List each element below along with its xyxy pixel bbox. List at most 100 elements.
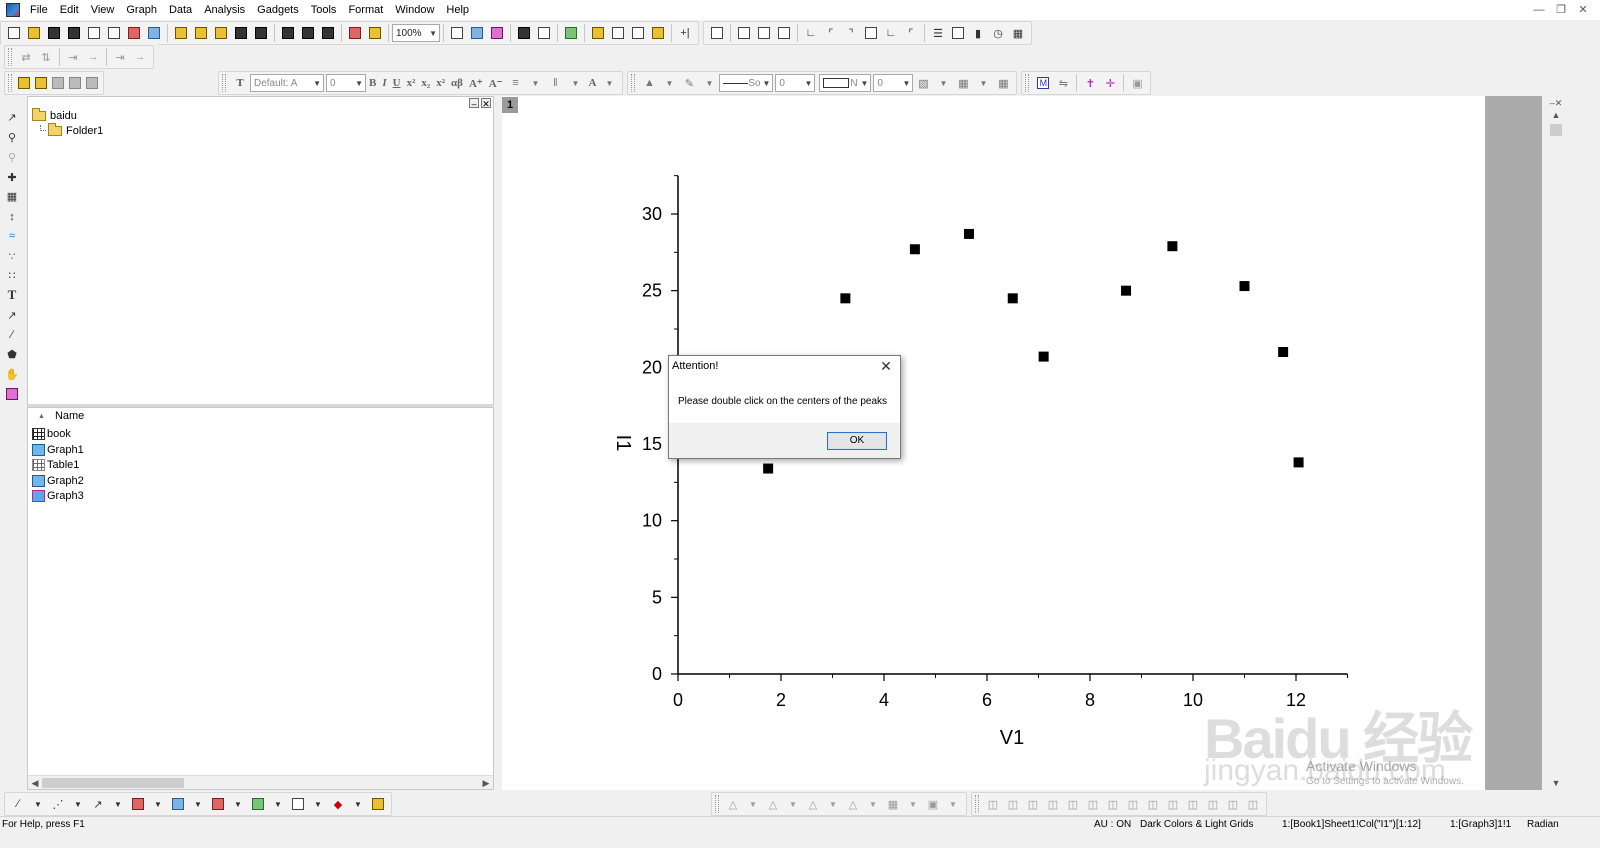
stock-plot-icon[interactable]: ◆ (329, 795, 347, 813)
close-icon[interactable]: ✕ (1572, 0, 1594, 20)
supersubscript-icon[interactable]: x² (433, 77, 448, 89)
mask-icon[interactable] (50, 74, 65, 92)
chevron-down-icon[interactable]: ▼ (69, 795, 87, 813)
ungroup-icon[interactable]: ◫ (1204, 795, 1222, 813)
scatter-select-icon[interactable]: ∷ (3, 267, 21, 285)
menu-tools[interactable]: Tools (305, 0, 343, 20)
scroll-thumb[interactable] (42, 778, 184, 788)
scroll-left-icon[interactable]: ◀ (28, 776, 42, 790)
open-icon[interactable] (172, 24, 190, 42)
menu-graph[interactable]: Graph (120, 0, 163, 20)
vertical-scrollbar[interactable]: –✕ ▲ ▼ (1547, 96, 1565, 790)
smart-hint-icon[interactable] (649, 24, 667, 42)
sort-ascending-icon[interactable]: ▲ (38, 413, 45, 420)
subscript-icon[interactable]: x₂ (418, 77, 433, 89)
chevron-down-icon[interactable]: ▼ (349, 795, 367, 813)
same-height-icon[interactable]: ◫ (1124, 795, 1142, 813)
axis-box-icon[interactable] (862, 24, 880, 42)
layer-4-icon[interactable] (775, 24, 793, 42)
new-workbook-icon[interactable] (45, 24, 63, 42)
chevron-down-icon[interactable]: ▼ (229, 795, 247, 813)
group-icon[interactable]: ◫ (1184, 795, 1202, 813)
horizontal-scrollbar[interactable]: ◀ ▶ (28, 775, 493, 789)
line-tool-icon[interactable]: ∕ (3, 326, 21, 344)
pin-icon[interactable]: – (469, 98, 479, 109)
hand-tool-icon[interactable]: ✋ (3, 366, 21, 384)
save-template-icon[interactable] (252, 24, 270, 42)
bold-icon[interactable]: B (366, 77, 379, 89)
list-item[interactable]: Graph2 (32, 473, 84, 488)
mask-mode-icon[interactable]: M (1034, 74, 1052, 92)
new-layout-icon[interactable] (145, 24, 163, 42)
project-explorer-icon[interactable] (562, 24, 580, 42)
scroll-down-icon[interactable]: ▼ (1547, 776, 1565, 790)
scroll-right-icon[interactable]: ▶ (479, 776, 493, 790)
layer-2-icon[interactable] (755, 24, 773, 42)
shape-tool-icon[interactable]: ⬟ (3, 346, 21, 364)
shift-end-icon[interactable]: → (131, 48, 149, 66)
chevron-down-icon[interactable]: ▼ (824, 795, 842, 813)
axis-offset-icon[interactable]: ⌜ (902, 24, 920, 42)
draw-data-icon[interactable]: ≈ (3, 227, 21, 245)
chevron-down-icon[interactable]: ▼ (566, 74, 584, 92)
align-bottom-icon[interactable]: ◫ (1044, 795, 1062, 813)
export-icon[interactable] (468, 24, 486, 42)
zoom-out-icon[interactable]: ⚲ (3, 148, 21, 166)
chevron-down-icon[interactable]: ▼ (149, 795, 167, 813)
zoom-in-icon[interactable]: ⚲ (3, 129, 21, 147)
fit-icon[interactable]: ◫ (1224, 795, 1242, 813)
italic-icon[interactable]: I (379, 77, 389, 89)
front-icon[interactable]: ◫ (1144, 795, 1162, 813)
3d-image-icon[interactable]: ▣ (924, 795, 942, 813)
list-item[interactable]: Table1 (32, 457, 79, 472)
data-cursor-icon[interactable]: ↕ (3, 208, 21, 226)
menu-format[interactable]: Format (342, 0, 389, 20)
open-template-icon[interactable] (192, 24, 210, 42)
decrease-font-icon[interactable]: A⁻ (486, 77, 506, 90)
tree-root[interactable]: baidu (32, 108, 77, 122)
regional-mask-icon[interactable]: ∵ (3, 247, 21, 265)
notes-icon[interactable] (629, 24, 647, 42)
area-plot-icon[interactable] (249, 795, 267, 813)
arrow-tool-icon[interactable]: ↗ (3, 306, 21, 324)
unmask-icon[interactable] (84, 74, 99, 92)
results-log-icon[interactable] (535, 24, 553, 42)
back-icon[interactable]: ◫ (1164, 795, 1182, 813)
ok-button[interactable]: OK (827, 432, 887, 450)
align-right-icon[interactable]: ◫ (1004, 795, 1022, 813)
move-columns-icon[interactable]: ⇄ (17, 48, 35, 66)
chevron-down-icon[interactable]: ▼ (29, 795, 47, 813)
multi-curve-icon[interactable] (169, 795, 187, 813)
pin-icon[interactable] (67, 74, 82, 92)
line-style-select[interactable]: So ▼ (719, 74, 774, 92)
chevron-down-icon[interactable]: ▼ (934, 74, 952, 92)
tree-folder[interactable]: Folder1 (40, 123, 103, 137)
chevron-down-icon[interactable]: ▼ (944, 795, 962, 813)
scroll-up-icon[interactable]: ▲ (1547, 108, 1565, 122)
color-scale-icon[interactable] (949, 24, 967, 42)
line-symbol-icon[interactable]: ↗ (89, 795, 107, 813)
date-time-icon[interactable]: ◷ (989, 24, 1007, 42)
text-tool-icon[interactable]: T (3, 287, 21, 305)
data-reader-icon[interactable]: ✝ (1081, 74, 1099, 92)
axis-top-left-icon[interactable]: ⌜ (822, 24, 840, 42)
greek-icon[interactable]: αβ (448, 77, 466, 89)
axis-bottom-left-icon[interactable]: ∟ (802, 24, 820, 42)
border-width-select[interactable]: 0 ▼ (873, 74, 914, 92)
column-chart-icon[interactable]: ‖ (546, 74, 564, 92)
screen-reader-icon[interactable]: ✚ (3, 168, 21, 186)
layer-tool-icon[interactable] (3, 385, 21, 403)
recalculate-icon[interactable] (366, 24, 384, 42)
new-folder-icon[interactable] (25, 24, 43, 42)
chevron-down-icon[interactable]: ▼ (784, 795, 802, 813)
chevron-down-icon[interactable]: ▼ (864, 795, 882, 813)
table-format-icon[interactable]: ▦ (994, 74, 1012, 92)
chevron-down-icon[interactable]: ▼ (700, 74, 718, 92)
list-item[interactable]: Graph1 (32, 442, 84, 457)
code-builder-icon[interactable] (515, 24, 533, 42)
legend-icon[interactable]: ☰ (929, 24, 947, 42)
menu-edit[interactable]: Edit (54, 0, 85, 20)
rescale-icon[interactable] (708, 24, 726, 42)
superscript-icon[interactable]: x² (404, 77, 419, 89)
shift-right-icon[interactable]: ⇥ (111, 48, 129, 66)
